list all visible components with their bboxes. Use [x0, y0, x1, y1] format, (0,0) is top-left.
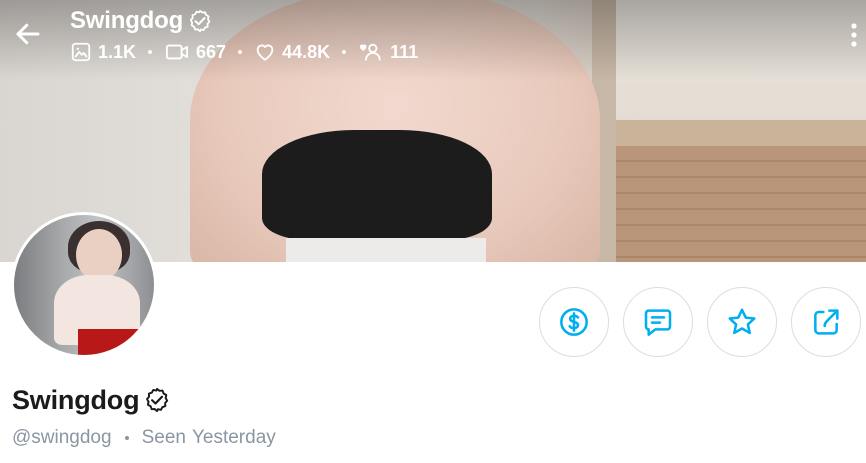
message-button[interactable] [623, 287, 693, 357]
stats-row: 1.1K 667 44.8K 111 [70, 38, 418, 66]
back-button[interactable] [10, 16, 46, 52]
profile-name-row: Swingdog [12, 382, 170, 418]
profile-actions [0, 287, 866, 357]
header-title: Swingdog [70, 7, 184, 34]
stat-likes-value: 44.8K [282, 41, 331, 62]
fans-icon [358, 41, 384, 63]
arrow-left-icon [13, 19, 43, 49]
heart-icon [254, 41, 276, 63]
image-icon [70, 41, 92, 63]
stat-fans: 111 [358, 41, 418, 63]
verified-badge-icon [144, 387, 170, 413]
stat-photos: 1.1K [70, 41, 136, 63]
share-button[interactable] [791, 287, 861, 357]
profile-name: Swingdog [12, 384, 140, 415]
favorite-button[interactable] [707, 287, 777, 357]
star-icon [726, 306, 758, 338]
stat-videos: 667 [164, 41, 226, 63]
stat-photos-value: 1.1K [98, 41, 137, 62]
tip-button[interactable] [539, 287, 609, 357]
verified-badge-icon [188, 9, 212, 33]
seen-label: Seen [141, 427, 186, 448]
video-icon [164, 41, 190, 63]
stat-likes: 44.8K [254, 41, 330, 63]
more-options-button[interactable] [840, 18, 866, 52]
share-icon [810, 306, 842, 338]
more-vertical-icon [850, 22, 858, 48]
dollar-icon [558, 306, 590, 338]
stat-fans-value: 111 [390, 41, 419, 62]
handle-row: @swingdog Seen Yesterday [12, 426, 276, 450]
profile-handle[interactable]: @swingdog [12, 427, 112, 449]
seen-value: Yesterday [191, 427, 276, 448]
stat-videos-value: 667 [196, 41, 227, 62]
profile-header: Swingdog 1.1K 667 44.8K 111 [0, 0, 866, 75]
message-icon [642, 306, 674, 338]
